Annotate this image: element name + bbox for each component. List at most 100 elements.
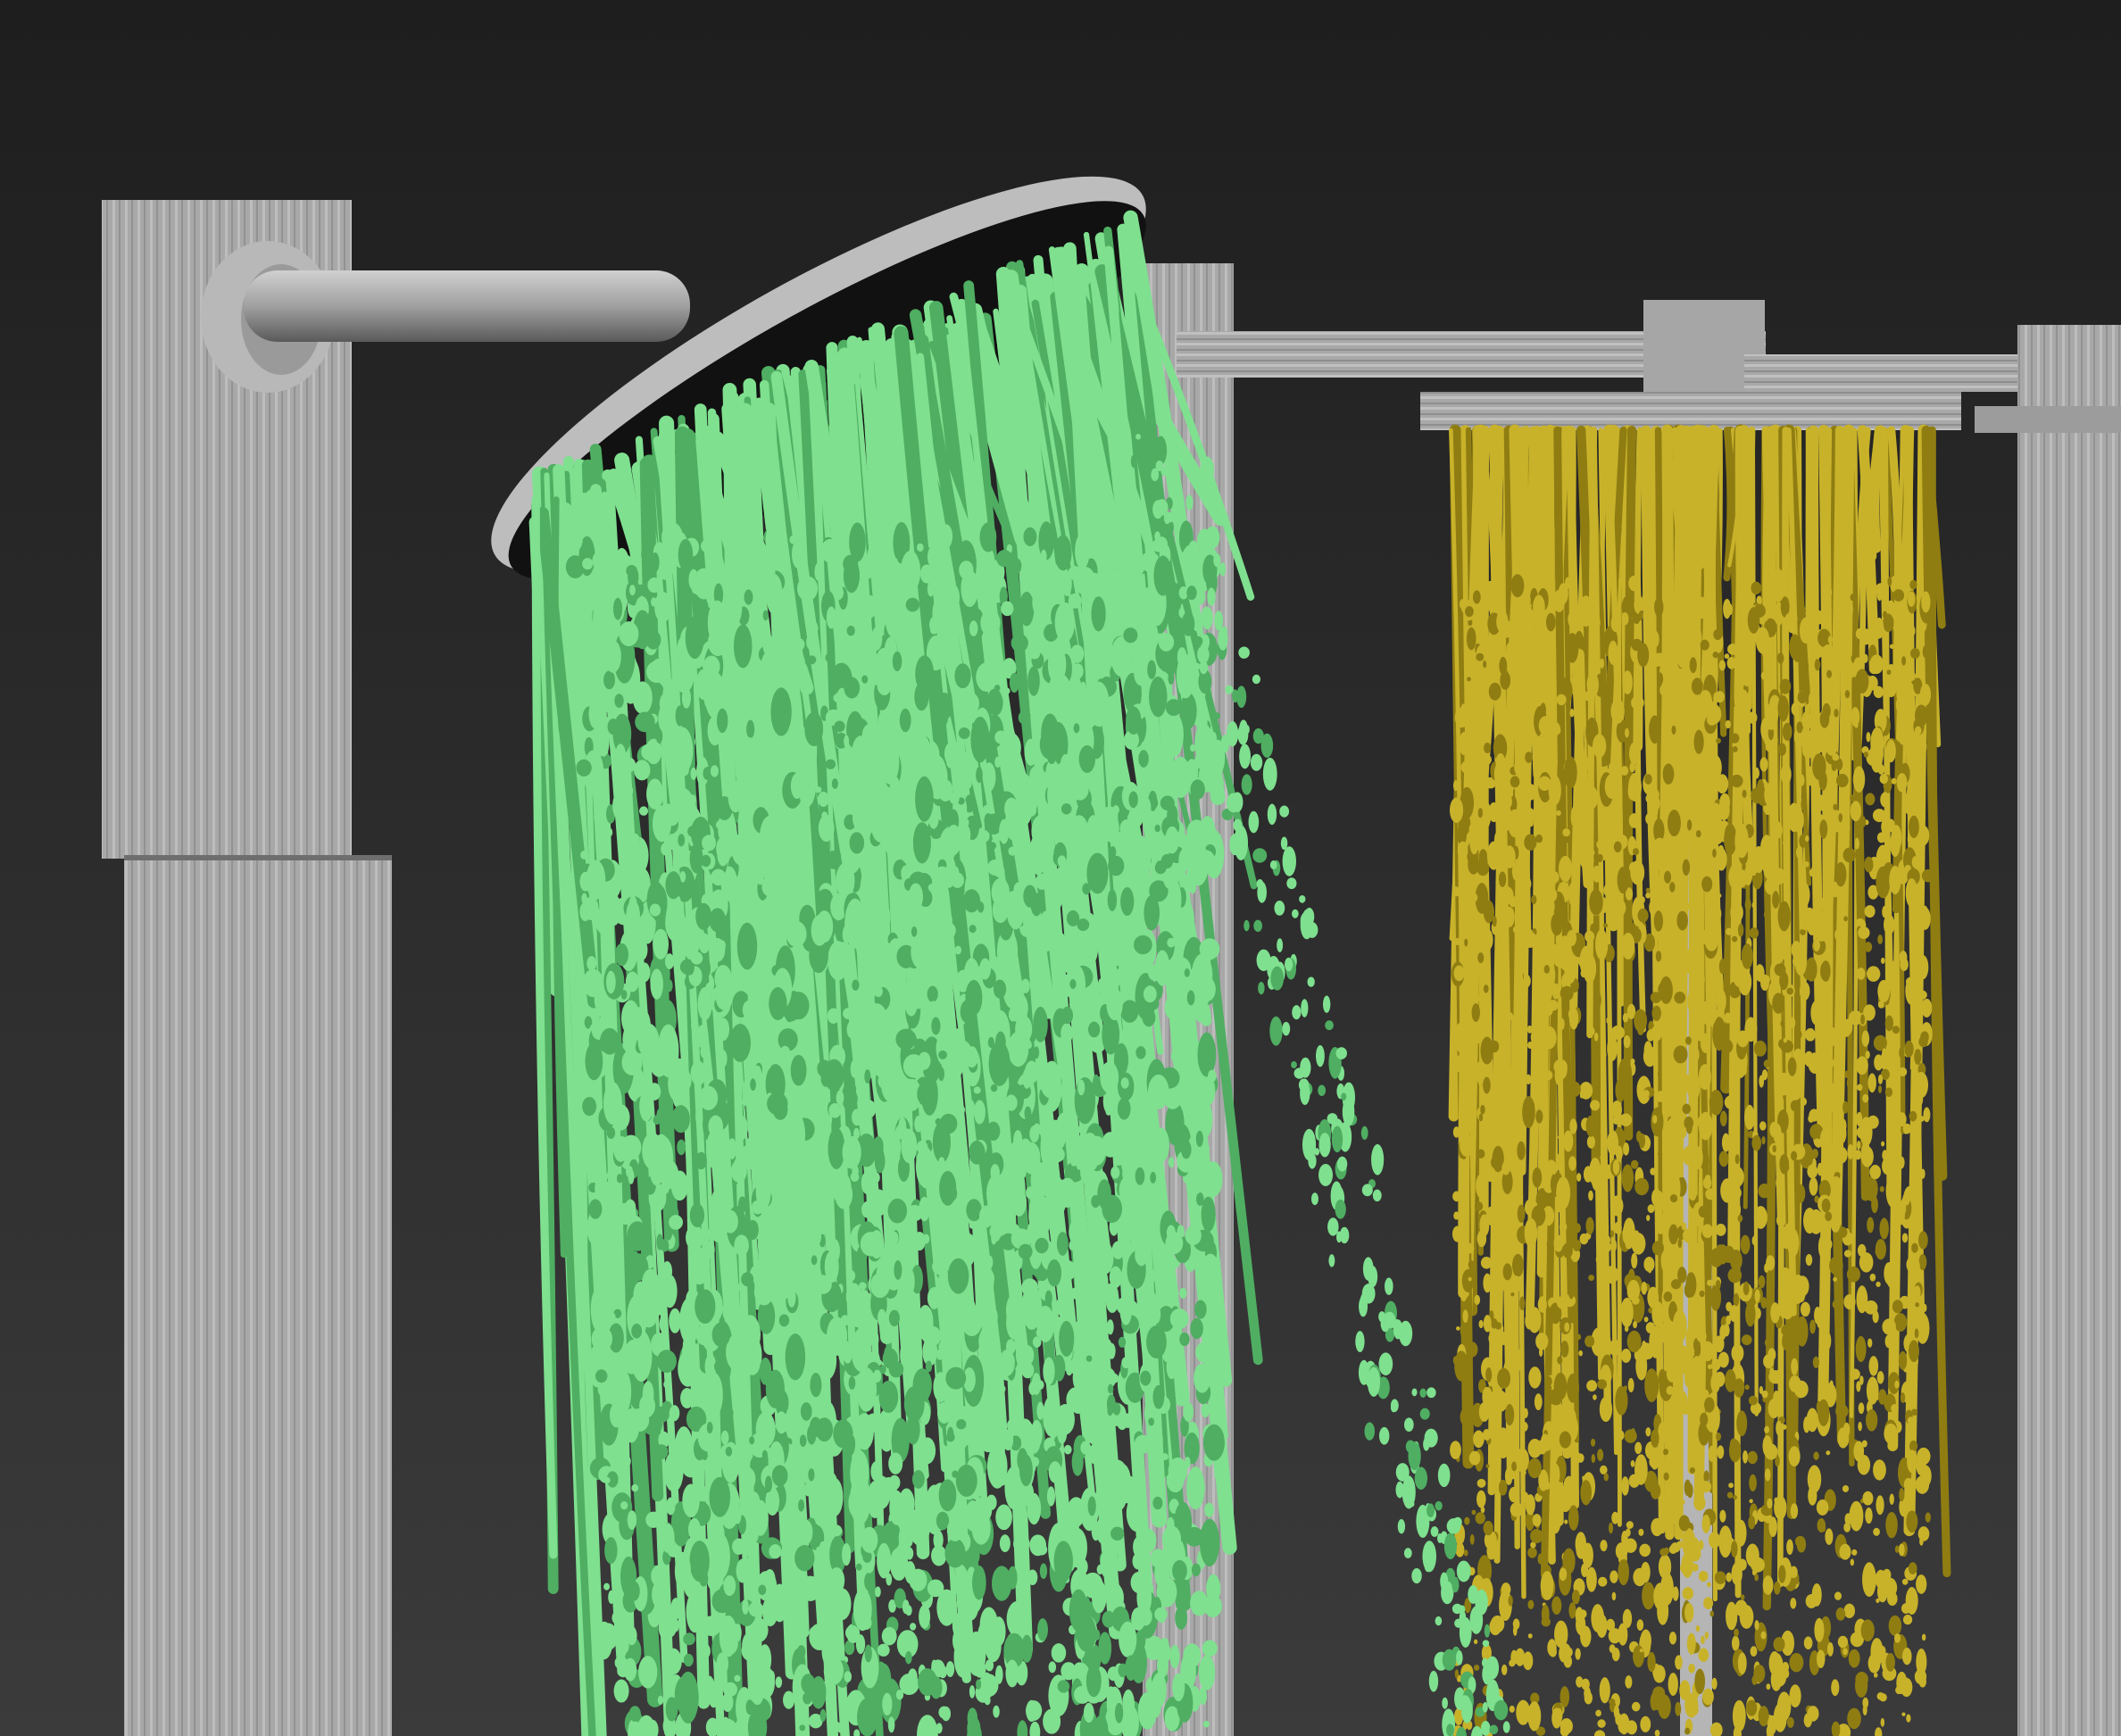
green-water-droplet [886,960,897,984]
yellow-water-droplet [1728,1439,1742,1463]
green-water-droplet [1169,1591,1175,1602]
yellow-water-droplet [1483,900,1494,924]
3d-viewport[interactable] [0,0,2121,1736]
yellow-water-droplet [1621,1476,1629,1496]
yellow-water-droplet [1867,1073,1876,1093]
yellow-water-droplet [1585,930,1595,943]
green-water-droplet [678,538,694,571]
yellow-water-droplet [1889,866,1901,895]
green-water-droplet [1022,777,1039,816]
yellow-water-droplet [1900,1392,1906,1403]
green-water-droplet [1027,666,1040,696]
green-water-droplet [905,1605,912,1616]
yellow-water-droplet [1682,1103,1692,1115]
yellow-water-droplet [1495,878,1500,887]
green-water-droplet [1102,542,1121,571]
yellow-water-droplet [1875,1238,1886,1260]
yellow-water-droplet [1867,1338,1873,1348]
left-post-lower[interactable] [124,859,392,1736]
yellow-water-droplet [1743,865,1752,886]
yellow-water-droplet [1453,965,1465,982]
yellow-water-droplet [1807,1706,1819,1722]
green-water-droplet [613,547,630,585]
yellow-water-droplet [1814,794,1828,811]
green-water-droplet [994,756,1002,768]
yellow-water-droplet [1776,1213,1786,1227]
yellow-water-droplet [1913,1285,1921,1300]
yellow-water-droplet [1893,1633,1901,1643]
yellow-shower-plate[interactable] [1420,392,1961,430]
right-post-cap[interactable] [1975,406,2121,433]
yellow-water-droplet [1881,1141,1885,1147]
yellow-water-droplet [1745,1301,1756,1327]
yellow-water-droplet [1764,1425,1770,1433]
yellow-water-droplet [1559,1431,1572,1449]
green-water-droplet [1048,1461,1062,1483]
yellow-water-droplet [1478,1319,1484,1329]
yellow-water-droplet [1698,1648,1709,1662]
yellow-water-droplet [1846,1266,1861,1283]
green-water-droplet [1202,1640,1218,1657]
yellow-water-droplet [1556,1176,1571,1210]
yellow-water-droplet [1837,1635,1849,1649]
yellow-water-droplet [1862,1093,1869,1103]
yellow-water-droplet [1918,1675,1927,1688]
yellow-water-droplet [1701,1635,1705,1644]
green-water-droplet [1033,1006,1048,1042]
yellow-water-droplet [1510,1292,1515,1297]
green-water-droplet [895,1690,904,1700]
yellow-water-droplet [1515,968,1524,989]
yellow-water-droplet [1881,819,1888,835]
yellow-water-droplet [1693,1246,1705,1272]
shower-arm[interactable] [244,270,690,342]
yellow-water-droplet [1791,1358,1799,1375]
yellow-water-droplet [1606,1017,1611,1025]
yellow-water-droplet [1566,1401,1573,1415]
green-water-droplet [751,1686,763,1706]
green-water-droplet [994,685,1001,692]
yellow-water-droplet [1682,1527,1696,1558]
yellow-water-droplet [1817,1038,1830,1063]
yellow-water-droplet [1682,1227,1696,1243]
yellow-water-droplet [1793,1380,1809,1399]
yellow-water-droplet [1556,694,1567,706]
green-water-droplet [924,1325,942,1347]
yellow-water-droplet [1789,1652,1804,1673]
yellow-water-droplet [1753,603,1766,618]
yellow-water-droplet [1905,671,1917,682]
green-water-droplet [1003,687,1011,695]
yellow-water-droplet [1631,1252,1638,1269]
yellow-water-droplet [1495,957,1501,968]
green-water-droplet [846,626,855,636]
yellow-water-droplet [1563,1130,1574,1152]
green-water-droplet [1055,1403,1075,1435]
green-water-droplet [669,1215,684,1230]
yellow-water-droplet [1564,1322,1570,1333]
yellow-water-droplet [1501,1664,1508,1675]
yellow-water-droplet [1923,1107,1931,1123]
yellow-water-droplet [1701,1341,1715,1362]
yellow-water-droplet [1824,879,1829,889]
right-post[interactable] [2017,325,2121,1736]
yellow-water-droplet [1649,715,1661,744]
yellow-water-droplet [1764,1263,1769,1274]
green-water-droplet [1152,1432,1163,1447]
green-water-droplet [834,942,854,974]
yellow-water-droplet [1660,1501,1668,1511]
yellow-water-droplet [1812,1491,1817,1498]
yellow-water-droplet [1823,1275,1828,1283]
green-water-droplet [714,1483,723,1501]
green-water-droplet [927,985,938,1002]
yellow-water-droplet [1660,926,1670,936]
green-water-droplet [683,1632,695,1646]
green-water-droplet [761,876,778,897]
yellow-water-droplet [1718,800,1730,821]
green-water-droplet [750,1116,756,1128]
green-water-droplet [761,1242,778,1266]
yellow-water-droplet [1844,1070,1849,1078]
yellow-water-droplet [1889,644,1895,649]
green-water-droplet [1126,706,1142,735]
yellow-water-droplet [1773,1637,1785,1652]
yellow-water-droplet [1622,1012,1629,1023]
yellow-water-droplet [1468,823,1476,835]
